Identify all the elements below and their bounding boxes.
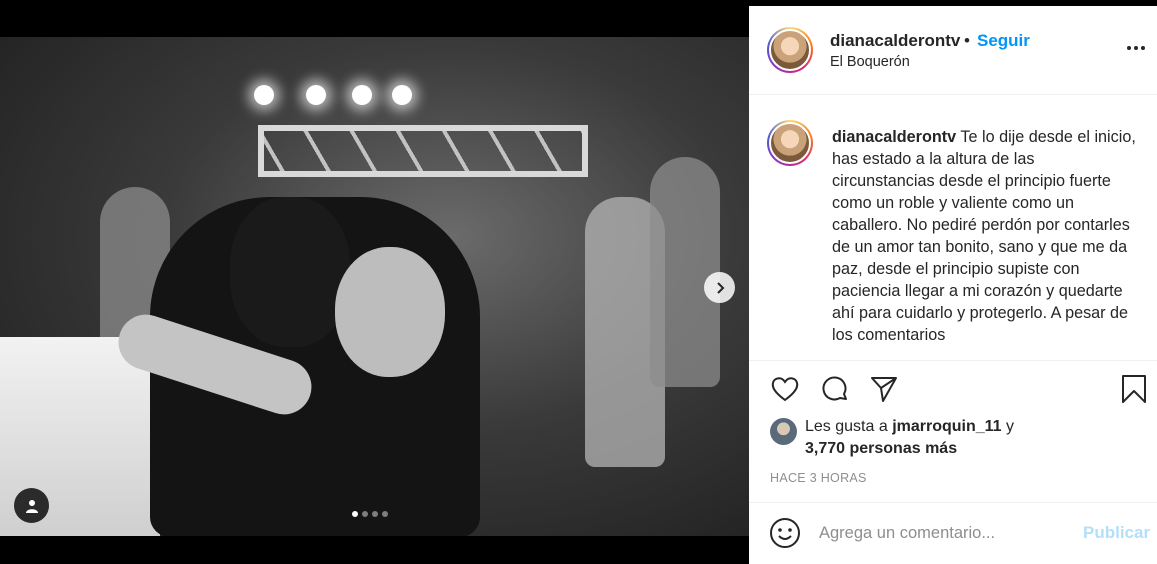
post-photo[interactable]	[0, 37, 749, 536]
stage-light	[352, 85, 372, 105]
caption-avatar[interactable]	[767, 120, 813, 166]
heart-icon[interactable]	[768, 372, 802, 406]
post-media-area	[0, 0, 749, 564]
comment-bar: Publicar	[749, 502, 1157, 564]
stage-light	[254, 85, 274, 105]
liker-avatar[interactable]	[770, 418, 797, 445]
caption-username[interactable]: dianacalderontv	[832, 128, 956, 146]
likes-conjunction: y	[1006, 418, 1015, 435]
bookmark-icon[interactable]	[1117, 372, 1151, 406]
carousel-indicator	[352, 511, 388, 517]
user-tag-icon[interactable]	[14, 488, 49, 523]
follow-button[interactable]: Seguir	[977, 31, 1030, 51]
more-icon[interactable]	[1127, 46, 1145, 50]
post-header: dianacalderontv • Seguir El Boquerón	[749, 6, 1157, 95]
paper-plane-icon[interactable]	[867, 372, 901, 406]
header-username[interactable]: dianacalderontv	[830, 31, 960, 51]
action-bar	[749, 372, 1157, 412]
emoji-icon[interactable]	[769, 517, 801, 549]
caption-area[interactable]: dianacalderontv Te lo dije desde el inic…	[749, 96, 1157, 361]
caption: dianacalderontv Te lo dije desde el inic…	[832, 126, 1137, 346]
location-link[interactable]: El Boquerón	[830, 54, 910, 70]
bride-figure	[335, 247, 445, 377]
groom-head	[230, 197, 350, 347]
liker-username[interactable]: jmarroquin_11	[892, 418, 1001, 435]
stage-light	[306, 85, 326, 105]
post-side-panel: dianacalderontv • Seguir El Boquerón dia…	[749, 6, 1157, 564]
stage-light	[392, 85, 412, 105]
header-separator: •	[964, 31, 970, 50]
publish-button[interactable]: Publicar	[1083, 523, 1150, 543]
stage-truss	[258, 125, 588, 177]
likes-line: Les gusta a jmarroquin_11 y	[805, 418, 1014, 436]
comment-input[interactable]	[819, 519, 1069, 547]
carousel-dot	[352, 511, 358, 517]
caption-text: Te lo dije desde el inicio, has estado a…	[832, 128, 1136, 344]
guest-figure	[650, 157, 720, 387]
carousel-dot	[362, 511, 368, 517]
chevron-right-icon[interactable]	[704, 272, 735, 303]
comment-icon[interactable]	[818, 372, 852, 406]
avatar[interactable]	[767, 27, 813, 73]
carousel-dot	[372, 511, 378, 517]
likes-prefix: Les gusta a	[805, 418, 888, 435]
post-timestamp[interactable]: HACE 3 HORAS	[770, 471, 867, 485]
likes-count[interactable]: 3,770 personas más	[805, 440, 957, 458]
carousel-dot	[382, 511, 388, 517]
